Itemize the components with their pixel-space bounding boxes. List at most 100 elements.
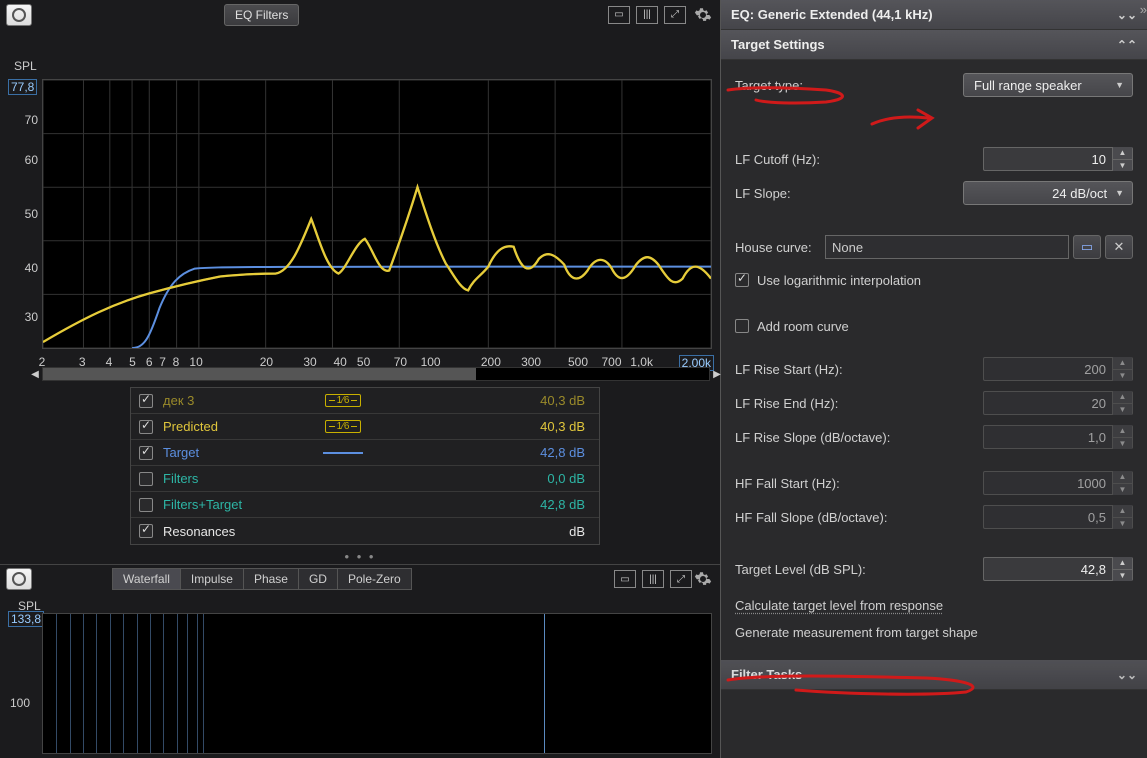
hf-fall-start-field: 1000 ▲▼	[983, 471, 1133, 495]
target-level-field[interactable]: 42,8 ▲▼	[983, 557, 1133, 581]
filter-tasks-header[interactable]: Filter Tasks ⌄⌄	[721, 660, 1147, 690]
add-room-curve-checkbox[interactable]	[735, 319, 749, 333]
legend-label: Predicted	[163, 419, 303, 434]
settings-sidebar: EQ: Generic Extended (44,1 kHz) ⌄⌄ Targe…	[720, 0, 1147, 758]
log-interp-label: Use logarithmic interpolation	[757, 273, 921, 288]
fullscreen-icon[interactable]: ⤢	[670, 570, 692, 588]
legend-table: дек 31⁄640,3 dBPredicted1⁄640,3 dBTarget…	[130, 387, 600, 545]
gear-icon[interactable]	[692, 4, 714, 26]
tab-phase[interactable]: Phase	[244, 568, 299, 590]
eq-section-header[interactable]: EQ: Generic Extended (44,1 kHz) ⌄⌄	[721, 0, 1147, 30]
y-tick: 30	[25, 310, 38, 324]
chevron-up-icon: ⌃⌃	[1117, 38, 1137, 52]
y-tick: 50	[25, 207, 38, 221]
legend-value: 42,8 dB	[383, 445, 591, 460]
legend-checkbox[interactable]	[139, 498, 153, 512]
legend-label: Filters+Target	[163, 497, 303, 512]
target-settings-title: Target Settings	[731, 37, 825, 52]
y-tick-100: 100	[10, 696, 30, 710]
camera-icon[interactable]	[6, 568, 32, 590]
legend-checkbox[interactable]	[139, 524, 153, 538]
horizontal-scrollbar[interactable]: ◀ ▶	[42, 367, 710, 381]
lf-slope-label: LF Slope:	[735, 186, 963, 201]
monitor-icon[interactable]: ▭	[608, 6, 630, 24]
y-tick: 40	[25, 261, 38, 275]
house-curve-label: House curve:	[735, 240, 825, 255]
tab-impulse[interactable]: Impulse	[181, 568, 244, 590]
generate-measurement-link[interactable]: Generate measurement from target shape	[735, 625, 978, 640]
lf-cutoff-label: LF Cutoff (Hz):	[735, 152, 983, 167]
log-interp-checkbox[interactable]	[735, 273, 749, 287]
browse-file-button[interactable]: ▭	[1073, 235, 1101, 259]
target-settings-header[interactable]: Target Settings ⌃⌃	[721, 30, 1147, 60]
legend-label: Filters	[163, 471, 303, 486]
spinner[interactable]: ▲▼	[1112, 557, 1132, 581]
lf-rise-end-field: 20 ▲▼	[983, 391, 1133, 415]
legend-row: Filters+Target42,8 dB	[131, 492, 599, 518]
frequency-response-chart[interactable]: SPL 77,8 7060504030	[0, 29, 720, 339]
chevron-down-icon: ⌄⌄	[1117, 668, 1137, 682]
tab-gd[interactable]: GD	[299, 568, 338, 590]
legend-swatch: 1⁄6	[313, 420, 373, 433]
filter-tasks-title: Filter Tasks	[731, 667, 802, 682]
monitor-icon[interactable]: ▭	[614, 570, 636, 588]
lf-rise-end-label: LF Rise End (Hz):	[735, 396, 983, 411]
spinner[interactable]: ▲▼	[1112, 147, 1132, 171]
scroll-left-icon[interactable]: ◀	[29, 367, 41, 381]
legend-label: дек 3	[163, 393, 303, 408]
y-axis-top-value[interactable]: 133,8	[8, 611, 44, 627]
tab-pole-zero[interactable]: Pole-Zero	[338, 568, 412, 590]
tab-waterfall[interactable]: Waterfall	[112, 568, 181, 590]
target-type-label: Target type:	[735, 78, 963, 93]
house-curve-field[interactable]: None	[825, 235, 1069, 259]
y-tick: 70	[25, 113, 38, 127]
plot-area[interactable]	[42, 613, 712, 754]
legend-value: 40,3 dB	[383, 393, 591, 408]
camera-icon[interactable]	[6, 4, 32, 26]
top-graph-toolbar: EQ Filters ▭ ||| ⤢	[0, 0, 720, 29]
dropdown-icon: ▼	[1115, 188, 1124, 198]
target-settings-body: Target type: Full range speaker ▼ LF Cut…	[721, 60, 1147, 660]
columns-icon[interactable]: |||	[642, 570, 664, 588]
legend-checkbox[interactable]	[139, 394, 153, 408]
lf-slope-select[interactable]: 24 dB/oct ▼	[963, 181, 1133, 205]
columns-icon[interactable]: |||	[636, 6, 658, 24]
gear-icon[interactable]	[692, 568, 714, 590]
calculate-target-level-link[interactable]: Calculate target level from response	[735, 598, 943, 613]
legend-row: ResonancesdB	[131, 518, 599, 544]
scroll-right-icon[interactable]: ▶	[711, 367, 723, 381]
lf-rise-slope-field: 1,0 ▲▼	[983, 425, 1133, 449]
hf-fall-slope-field: 0,5 ▲▼	[983, 505, 1133, 529]
lf-cutoff-field[interactable]: 10 ▲▼	[983, 147, 1133, 171]
lf-rise-slope-label: LF Rise Slope (dB/octave):	[735, 430, 983, 445]
plot-area[interactable]	[42, 79, 712, 349]
legend-row: Filters 0,0 dB	[131, 466, 599, 492]
legend-row: Predicted1⁄640,3 dB	[131, 414, 599, 440]
clear-button[interactable]: ✕	[1105, 235, 1133, 259]
target-type-select[interactable]: Full range speaker ▼	[963, 73, 1133, 97]
scrollbar-thumb[interactable]	[43, 368, 476, 380]
legend-checkbox[interactable]	[139, 472, 153, 486]
legend-value: dB	[383, 524, 591, 539]
fullscreen-icon[interactable]: ⤢	[664, 6, 686, 24]
legend-value: 0,0 dB	[383, 471, 591, 486]
panel-resize-grip[interactable]: • • •	[0, 549, 720, 564]
eq-filters-button[interactable]: EQ Filters	[224, 4, 299, 26]
legend-checkbox[interactable]	[139, 420, 153, 434]
lf-rise-start-field: 200 ▲▼	[983, 357, 1133, 381]
eq-section-title: EQ: Generic Extended (44,1 kHz)	[731, 7, 933, 22]
y-axis-label: SPL	[14, 59, 37, 73]
legend-swatch: 1⁄6	[313, 394, 373, 407]
waterfall-chart[interactable]: SPL 133,8 100	[0, 593, 720, 758]
expand-icon[interactable]: »	[1140, 2, 1145, 17]
legend-swatch	[313, 452, 373, 454]
legend-row: Target42,8 dB	[131, 440, 599, 466]
hf-fall-slope-label: HF Fall Slope (dB/octave):	[735, 510, 983, 525]
lf-rise-start-label: LF Rise Start (Hz):	[735, 362, 983, 377]
dropdown-icon: ▼	[1115, 80, 1124, 90]
legend-checkbox[interactable]	[139, 446, 153, 460]
y-axis-ticks: 7060504030	[12, 79, 40, 349]
chevron-down-icon: ⌄⌄	[1117, 8, 1137, 22]
view-tabs: WaterfallImpulsePhaseGDPole-Zero	[112, 568, 412, 590]
hf-fall-start-label: HF Fall Start (Hz):	[735, 476, 983, 491]
